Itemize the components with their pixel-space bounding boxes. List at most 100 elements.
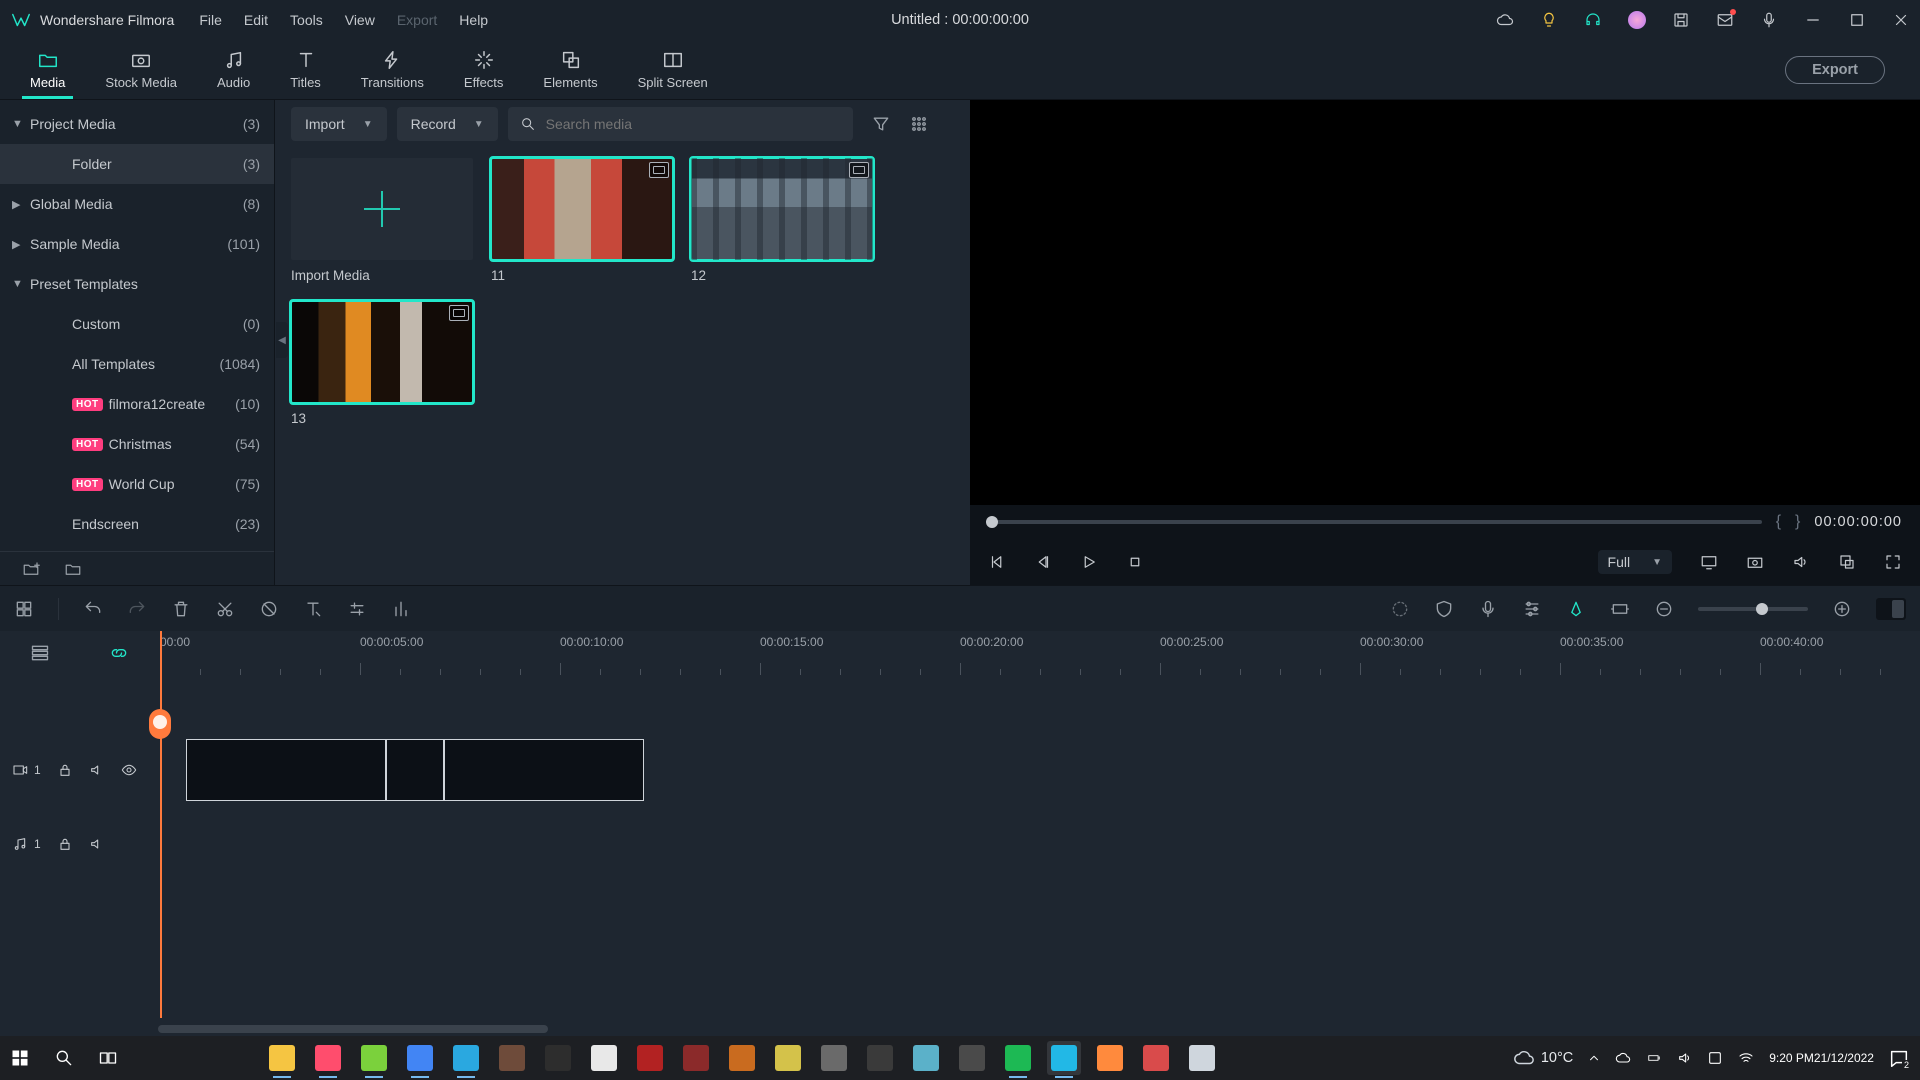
play-icon[interactable] <box>1080 553 1098 571</box>
tree-item-christmas[interactable]: HOTChristmas(54) <box>0 424 274 464</box>
media-clip-12[interactable]: 12 <box>691 158 873 283</box>
crop-icon[interactable] <box>259 599 279 619</box>
render-icon[interactable] <box>1390 599 1410 619</box>
weather-widget[interactable]: 10°C <box>1513 1047 1573 1069</box>
menu-edit[interactable]: Edit <box>244 12 268 28</box>
taskbar-app[interactable] <box>679 1041 713 1075</box>
clock[interactable]: 9:20 PM 21/12/2022 <box>1769 1051 1874 1065</box>
taskbar-app[interactable] <box>495 1041 529 1075</box>
media-clip-13[interactable]: 13 <box>291 301 473 426</box>
message-icon[interactable] <box>1716 11 1734 29</box>
fullscreen-icon[interactable] <box>1884 553 1902 571</box>
taskbar-app[interactable] <box>955 1041 989 1075</box>
timeline-scrollbar[interactable] <box>0 1022 1920 1036</box>
taskbar-app[interactable] <box>1139 1041 1173 1075</box>
menu-tools[interactable]: Tools <box>290 12 323 28</box>
volume-icon[interactable] <box>1792 553 1810 571</box>
start-icon[interactable] <box>10 1048 30 1068</box>
minimize-icon[interactable] <box>1804 11 1822 29</box>
taskbar-app[interactable] <box>357 1041 391 1075</box>
media-clip-11[interactable]: 11 <box>491 158 673 283</box>
step-back-icon[interactable] <box>988 553 1006 571</box>
snapshot-icon[interactable] <box>1746 553 1764 571</box>
zoom-out-icon[interactable] <box>1654 599 1674 619</box>
avatar-icon[interactable] <box>1628 11 1646 29</box>
layout-icon[interactable] <box>14 599 34 619</box>
text-tool-icon[interactable] <box>303 599 323 619</box>
taskbar-app[interactable] <box>311 1041 345 1075</box>
taskbar-app[interactable] <box>1093 1041 1127 1075</box>
taskbar-app[interactable] <box>817 1041 851 1075</box>
delete-icon[interactable] <box>171 599 191 619</box>
timeline-clip[interactable] <box>186 739 386 801</box>
mark-in-icon[interactable]: { <box>1776 513 1781 531</box>
grid-view-icon[interactable] <box>909 114 929 134</box>
preview-viewport[interactable] <box>970 100 1920 505</box>
taskbar-app[interactable] <box>541 1041 575 1075</box>
adjust-icon[interactable] <box>347 599 367 619</box>
tree-item-global-media[interactable]: ▶Global Media(8) <box>0 184 274 224</box>
tab-stock-media[interactable]: Stock Media <box>85 49 197 90</box>
mark-out-icon[interactable]: } <box>1795 513 1800 531</box>
tree-item-folder[interactable]: Folder(3) <box>0 144 274 184</box>
close-icon[interactable] <box>1892 11 1910 29</box>
tab-elements[interactable]: Elements <box>523 49 617 90</box>
battery-icon[interactable] <box>1645 1051 1663 1065</box>
playhead[interactable] <box>160 631 162 1018</box>
popout-icon[interactable] <box>1838 553 1856 571</box>
timeline-scale-toggle[interactable] <box>1876 598 1906 620</box>
mixer-icon[interactable] <box>1522 599 1542 619</box>
play-backward-icon[interactable] <box>1034 553 1052 571</box>
taskbar-app[interactable] <box>1185 1041 1219 1075</box>
filter-icon[interactable] <box>871 114 891 134</box>
tree-item-filmora12create[interactable]: HOTfilmora12create(10) <box>0 384 274 424</box>
taskbar-app[interactable] <box>587 1041 621 1075</box>
idea-icon[interactable] <box>1540 11 1558 29</box>
record-dropdown[interactable]: Record▼ <box>397 107 498 141</box>
search-input[interactable] <box>546 116 841 132</box>
task-view-icon[interactable] <box>98 1048 118 1068</box>
taskbar-app[interactable] <box>633 1041 667 1075</box>
preview-scrubber[interactable] <box>988 520 1762 524</box>
taskbar-app[interactable] <box>403 1041 437 1075</box>
menu-help[interactable]: Help <box>459 12 488 28</box>
mute-icon[interactable] <box>89 762 105 778</box>
onedrive-icon[interactable] <box>1615 1050 1631 1066</box>
taskbar-app[interactable] <box>863 1041 897 1075</box>
search-icon[interactable] <box>54 1048 74 1068</box>
display-icon[interactable] <box>1700 553 1718 571</box>
tree-item-all-templates[interactable]: All Templates(1084) <box>0 344 274 384</box>
new-folder-icon[interactable] <box>22 560 40 578</box>
split-clip-icon[interactable] <box>215 599 235 619</box>
menu-view[interactable]: View <box>345 12 375 28</box>
taskbar-app[interactable] <box>1047 1041 1081 1075</box>
notifications-icon[interactable]: 2 <box>1888 1047 1910 1069</box>
tree-item-endscreen[interactable]: Endscreen(23) <box>0 504 274 544</box>
taskbar-app[interactable] <box>909 1041 943 1075</box>
video-lane[interactable] <box>158 733 1920 807</box>
timeline-clip[interactable] <box>386 739 444 801</box>
taskbar-app[interactable] <box>1001 1041 1035 1075</box>
maximize-icon[interactable] <box>1848 11 1866 29</box>
taskbar-app[interactable] <box>449 1041 483 1075</box>
tray-chevron-icon[interactable] <box>1587 1051 1601 1065</box>
preview-quality-select[interactable]: Full▼ <box>1598 550 1672 574</box>
tree-item-preset-templates[interactable]: ▼Preset Templates <box>0 264 274 304</box>
mute-icon[interactable] <box>89 836 105 852</box>
visibility-icon[interactable] <box>121 762 137 778</box>
tree-item-project-media[interactable]: ▼Project Media(3) <box>0 104 274 144</box>
search-media[interactable] <box>508 107 853 141</box>
equalizer-icon[interactable] <box>391 599 411 619</box>
import-media-tile[interactable]: Import Media <box>291 158 473 283</box>
language-icon[interactable] <box>1707 1050 1723 1066</box>
sound-icon[interactable] <box>1677 1050 1693 1066</box>
headset-icon[interactable] <box>1584 11 1602 29</box>
marker-icon[interactable] <box>1566 599 1586 619</box>
tab-titles[interactable]: Titles <box>270 49 341 90</box>
folder-icon[interactable] <box>64 560 82 578</box>
tab-effects[interactable]: Effects <box>444 49 524 90</box>
tab-media[interactable]: Media <box>10 49 85 90</box>
tab-transitions[interactable]: Transitions <box>341 49 444 90</box>
tab-audio[interactable]: Audio <box>197 49 270 90</box>
audio-lane[interactable] <box>158 807 1920 881</box>
